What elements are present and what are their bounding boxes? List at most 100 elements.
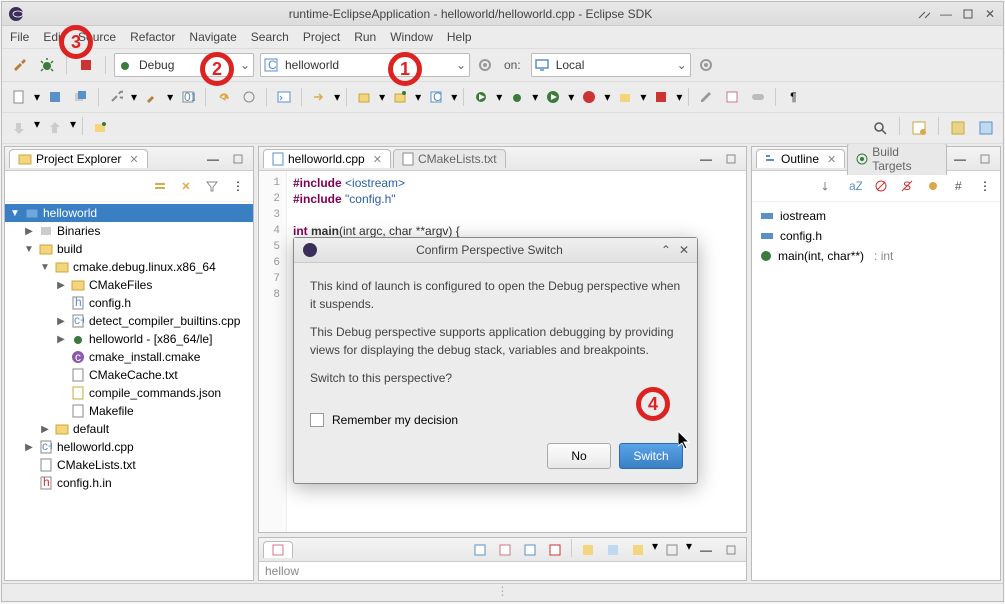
nav-icon[interactable] [8, 117, 30, 139]
minimize-view-icon[interactable]: — [949, 148, 971, 170]
debug-config-icon[interactable] [506, 86, 528, 108]
menu-edit[interactable]: Edit [43, 30, 64, 44]
hammer-small-icon[interactable] [141, 86, 163, 108]
dialog-close-icon[interactable]: ✕ [679, 243, 689, 257]
tree-item[interactable]: ▶Binaries [5, 222, 253, 240]
tree-item[interactable]: ▶c+helloworld.cpp [5, 438, 253, 456]
launch-mode-combo[interactable]: Debug ⌄ [114, 53, 254, 77]
hide-static-icon[interactable]: S [896, 175, 918, 197]
minimize-icon[interactable]: — [939, 7, 953, 21]
outline-item[interactable]: iostream [758, 206, 994, 226]
wrench-icon[interactable] [105, 86, 127, 108]
tree-item[interactable]: ▶default [5, 420, 253, 438]
tree-item[interactable]: Makefile [5, 402, 253, 420]
menu-run[interactable]: Run [354, 30, 376, 44]
editor-tab-inactive[interactable]: CMakeLists.txt [393, 149, 506, 168]
menu-project[interactable]: Project [303, 30, 340, 44]
open-type-icon[interactable] [238, 86, 260, 108]
close-icon[interactable]: ✕ [983, 7, 997, 21]
minimize-view-icon[interactable]: — [695, 539, 717, 561]
launch-config-combo[interactable]: C helloworld ⌄ [260, 53, 470, 77]
perspective-debug-icon[interactable] [975, 117, 997, 139]
tree-item[interactable]: ▼cmake.debug.linux.x86_64 [5, 258, 253, 276]
tree-item[interactable]: ccmake_install.cmake [5, 348, 253, 366]
tb-icon[interactable] [494, 539, 516, 561]
tree-item[interactable]: compile_commands.json [5, 384, 253, 402]
view-menu-icon[interactable]: ⋮ [974, 175, 996, 197]
search-icon[interactable] [869, 117, 891, 139]
tree-root[interactable]: ▼ helloworld [5, 204, 253, 222]
tree-item[interactable]: hconfig.h.in [5, 474, 253, 492]
hide-inactive-icon[interactable]: # [948, 175, 970, 197]
menu-navigate[interactable]: Navigate [189, 30, 236, 44]
maximize-view-icon[interactable] [227, 148, 249, 170]
sort-icon[interactable] [818, 175, 840, 197]
perspective-c-icon[interactable] [947, 117, 969, 139]
run-icon[interactable] [542, 86, 564, 108]
minimize-view-icon[interactable]: — [695, 148, 717, 170]
gear-icon[interactable] [476, 58, 494, 72]
pin-icon[interactable] [89, 117, 111, 139]
binary-icon[interactable]: 01 [177, 86, 199, 108]
chevron-down-icon[interactable]: ▾ [34, 90, 40, 104]
undo-icon[interactable] [212, 86, 234, 108]
no-button[interactable]: No [547, 443, 611, 469]
switch-button[interactable]: Switch [619, 443, 683, 469]
hide-non-public-icon[interactable] [922, 175, 944, 197]
chevron-down-icon[interactable]: ▾ [334, 90, 340, 104]
tree-item[interactable]: ▶helloworld - [x86_64/le] [5, 330, 253, 348]
outline-item[interactable]: config.h [758, 226, 994, 246]
new-icon[interactable] [8, 86, 30, 108]
remember-checkbox-row[interactable]: Remember my decision [294, 407, 697, 437]
terminal-icon[interactable] [273, 86, 295, 108]
step-icon[interactable] [308, 86, 330, 108]
profile-icon[interactable] [614, 86, 636, 108]
menu-refactor[interactable]: Refactor [130, 30, 175, 44]
az-icon[interactable]: aZ [844, 175, 866, 197]
gear-icon[interactable] [697, 58, 715, 72]
hammer-icon[interactable] [8, 54, 30, 76]
new-folder-icon[interactable] [389, 86, 411, 108]
close-icon[interactable]: ✕ [827, 153, 836, 166]
view-menu-icon[interactable]: ⋮ [227, 175, 249, 197]
editor-tab-active[interactable]: helloworld.cpp ✕ [263, 149, 391, 168]
pencil-icon[interactable] [695, 86, 717, 108]
save-icon[interactable] [44, 86, 66, 108]
filter-icon[interactable] [201, 175, 223, 197]
minimize-view-icon[interactable]: — [202, 148, 224, 170]
outline-item[interactable]: main(int, char**): int [758, 246, 994, 266]
nav-icon-2[interactable] [44, 117, 66, 139]
open-perspective-icon[interactable] [908, 117, 930, 139]
run-config-icon[interactable] [470, 86, 492, 108]
project-tree[interactable]: ▼ helloworld ▶Binaries ▼build ▼cmake.deb… [5, 202, 253, 580]
chevron-down-icon[interactable]: ▾ [167, 90, 173, 104]
new-project-icon[interactable] [353, 86, 375, 108]
tree-item[interactable]: hconfig.h [5, 294, 253, 312]
maximize-view-icon[interactable] [974, 148, 996, 170]
tb-icon[interactable] [469, 539, 491, 561]
tree-item[interactable]: ▶c+detect_compiler_builtins.cpp [5, 312, 253, 330]
debug-icon[interactable] [36, 54, 58, 76]
tb-icon[interactable] [661, 539, 683, 561]
tree-item[interactable]: ▶CMakeFiles [5, 276, 253, 294]
close-icon[interactable]: ✕ [373, 153, 382, 166]
minimize-button[interactable] [917, 7, 931, 21]
tree-item[interactable]: CMakeLists.txt [5, 456, 253, 474]
chevron-down-icon[interactable]: ▾ [131, 90, 137, 104]
project-explorer-tab[interactable]: Project Explorer ✕ [9, 149, 148, 168]
coverage-icon[interactable] [578, 86, 600, 108]
menu-file[interactable]: File [10, 30, 29, 44]
tree-item[interactable]: CMakeCache.txt [5, 366, 253, 384]
menu-help[interactable]: Help [447, 30, 472, 44]
tb-icon[interactable] [519, 539, 541, 561]
tb-icon[interactable] [602, 539, 624, 561]
menu-window[interactable]: Window [390, 30, 433, 44]
tb-icon[interactable] [544, 539, 566, 561]
menu-search[interactable]: Search [251, 30, 289, 44]
tb-icon[interactable] [577, 539, 599, 561]
dialog-expand-icon[interactable]: ⌃ [661, 243, 671, 257]
close-icon[interactable]: ✕ [129, 153, 138, 166]
save-all-icon[interactable] [70, 86, 92, 108]
menu-source[interactable]: Source [78, 30, 116, 44]
outline-list[interactable]: iostream config.h main(int, char**): int [752, 202, 1000, 580]
